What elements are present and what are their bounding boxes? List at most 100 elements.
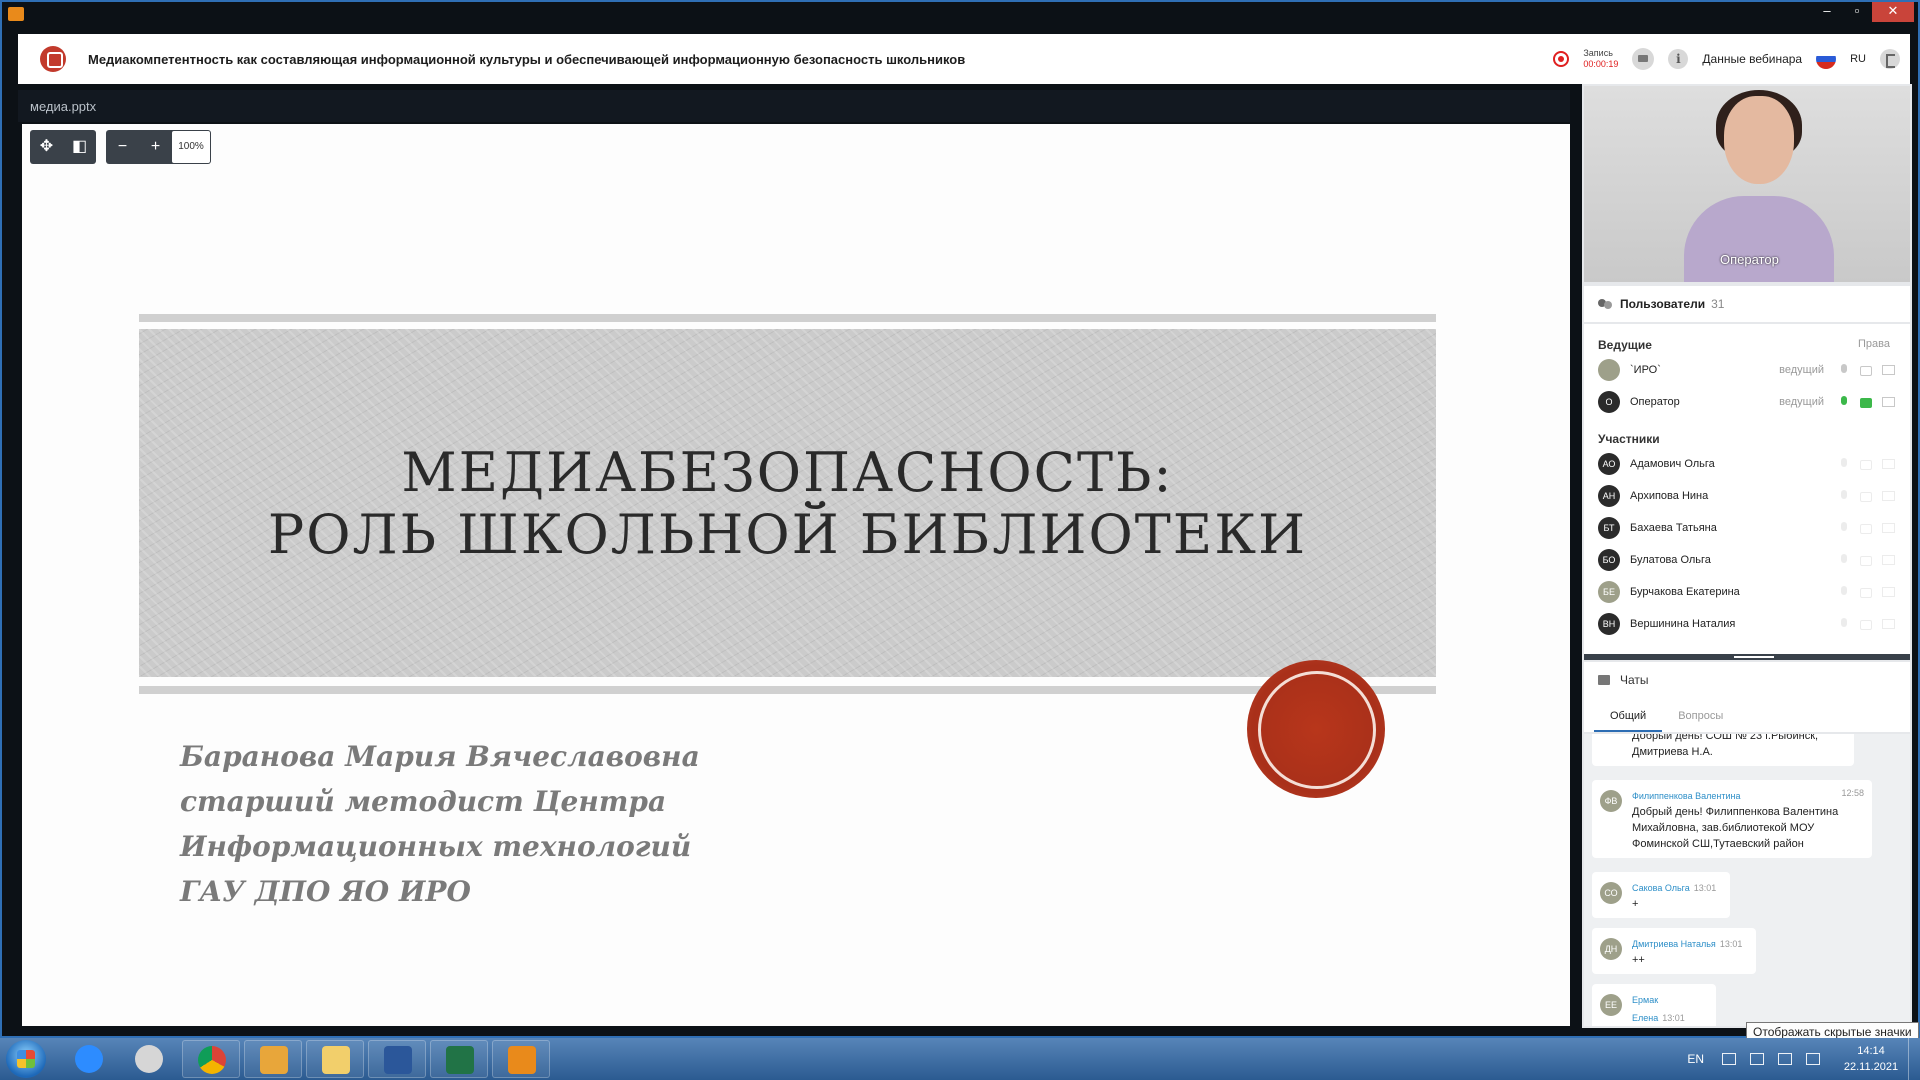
screen-share-icon[interactable] <box>1882 522 1895 534</box>
volume-icon[interactable] <box>1806 1053 1820 1065</box>
screen-share-icon[interactable] <box>1882 554 1895 566</box>
chrome-icon <box>198 1046 226 1074</box>
microphone-on-icon[interactable] <box>1838 396 1850 408</box>
video-person-head <box>1724 96 1794 184</box>
webinar-info-button[interactable]: Данные вебинара <box>1702 52 1802 66</box>
flag-notification-icon[interactable] <box>1750 1053 1764 1065</box>
microphone-icon[interactable] <box>1838 458 1850 470</box>
hosts-section-label: Ведущие Права <box>1584 324 1910 354</box>
screen-share-icon[interactable] <box>1882 458 1895 470</box>
header-actions: Запись 00:00:19 i Данные вебинара RU <box>1553 34 1900 84</box>
microphone-icon[interactable] <box>1838 586 1850 598</box>
taskbar-word-app[interactable] <box>368 1040 426 1078</box>
avatar: ЕЕ <box>1600 994 1622 1016</box>
keyboard-language[interactable]: EN <box>1687 1052 1704 1066</box>
screen-share-icon[interactable] <box>1882 618 1895 630</box>
host-row[interactable]: О Оператор ведущий <box>1584 386 1910 418</box>
window-controls: – ▫ ✕ <box>1812 2 1914 22</box>
zoom-in-button[interactable]: + <box>139 130 172 164</box>
microphone-icon[interactable] <box>1838 522 1850 534</box>
host-row[interactable]: `ИРО` ведущий <box>1584 354 1910 386</box>
file-name: медиа.pptx <box>30 99 97 114</box>
microphone-icon[interactable] <box>1838 490 1850 502</box>
presentation-toolbar: ✥ ◧ − + 100% <box>30 130 211 164</box>
maximize-button[interactable]: ▫ <box>1842 2 1872 22</box>
screen-share-icon[interactable] <box>1882 364 1895 376</box>
record-label: Запись <box>1583 48 1613 58</box>
user-name: `ИРО` <box>1630 364 1661 376</box>
start-button[interactable] <box>6 1040 46 1078</box>
folder-icon[interactable] <box>1632 48 1655 70</box>
author-line: старший методист Центра <box>180 785 667 818</box>
taskbar-chrome-app[interactable] <box>182 1040 240 1078</box>
tab-general[interactable]: Общий <box>1594 698 1663 732</box>
zoom-icon <box>75 1045 103 1073</box>
video-feed[interactable]: Оператор <box>1584 86 1910 282</box>
user-name: Бурчакова Екатерина <box>1630 586 1740 598</box>
camera-off-icon[interactable] <box>1860 364 1872 376</box>
camera-icon[interactable] <box>1860 522 1872 534</box>
show-hidden-icons-icon[interactable] <box>1722 1053 1736 1065</box>
user-name: Адамович Ольга <box>1630 458 1715 470</box>
screen-share-icon[interactable] <box>1882 586 1895 598</box>
zoom-level[interactable]: 100% <box>172 131 210 163</box>
participant-row[interactable]: АО Адамович Ольга <box>1584 448 1910 480</box>
folder-icon <box>322 1046 350 1074</box>
record-icon[interactable] <box>1553 51 1570 67</box>
author-line: Информационных технологий <box>180 830 692 863</box>
language-selector[interactable]: RU <box>1850 53 1866 65</box>
participant-row[interactable]: БО Булатова Ольга <box>1584 544 1910 576</box>
participant-row[interactable]: ВН Вершинина Наталия <box>1584 608 1910 640</box>
exit-icon[interactable] <box>1880 49 1900 69</box>
microphone-off-icon[interactable] <box>1838 364 1850 376</box>
russian-flag-icon[interactable] <box>1816 49 1837 69</box>
message-time: 13:01 <box>1693 883 1717 893</box>
microphone-icon[interactable] <box>1838 618 1850 630</box>
chat-message: ЕЕ Ермак Елена13:01 + <box>1592 984 1716 1026</box>
screen-share-icon[interactable] <box>1882 490 1895 502</box>
show-desktop-button[interactable] <box>1908 1038 1920 1080</box>
tab-questions[interactable]: Вопросы <box>1662 698 1739 732</box>
taskbar-webinar-app[interactable] <box>492 1040 550 1078</box>
slide-title-line: МЕДИАБЕЗОПАСНОСТЬ: <box>401 441 1174 504</box>
chat-message: ДН Дмитриева Наталья 13:01 ++ <box>1592 928 1756 974</box>
participant-row[interactable]: БТ Бахаева Татьяна <box>1584 512 1910 544</box>
avatar <box>1598 359 1620 381</box>
taskbar-paint-app[interactable] <box>120 1040 178 1078</box>
video-label: Оператор <box>1720 252 1779 267</box>
message-author: Дмитриева Наталья <box>1632 939 1716 949</box>
camera-icon[interactable] <box>1860 458 1872 470</box>
taskbar-outlook-app[interactable] <box>244 1040 302 1078</box>
users-title: Пользователи <box>1620 297 1706 311</box>
camera-icon[interactable] <box>1860 490 1872 502</box>
webinar-app-icon <box>508 1046 536 1074</box>
chats-panel-header[interactable]: Чаты <box>1584 662 1910 698</box>
participant-row[interactable]: БЕ Бурчакова Екатерина <box>1584 576 1910 608</box>
info-icon[interactable]: i <box>1668 49 1689 69</box>
clock[interactable]: 14:14 22.11.2021 <box>1834 1043 1908 1075</box>
slide-band-bottom <box>139 686 1436 694</box>
camera-icon[interactable] <box>1860 618 1872 630</box>
minimize-button[interactable]: – <box>1812 2 1842 22</box>
message-text: ++ <box>1632 954 1645 966</box>
close-button[interactable]: ✕ <box>1872 2 1914 22</box>
users-panel-header[interactable]: Пользователи 31 <box>1584 286 1910 322</box>
network-icon[interactable] <box>1778 1053 1792 1065</box>
fit-width-icon[interactable]: ◧ <box>63 130 96 164</box>
camera-icon[interactable] <box>1860 586 1872 598</box>
participant-row[interactable]: АН Архипова Нина <box>1584 480 1910 512</box>
panel-resize-handle[interactable] <box>1584 654 1910 660</box>
message-time: 13:01 <box>1719 939 1743 949</box>
avatar: БТ <box>1598 517 1620 539</box>
zoom-out-button[interactable]: − <box>106 130 139 164</box>
camera-on-icon[interactable] <box>1860 396 1872 408</box>
screen-share-icon[interactable] <box>1882 396 1895 408</box>
avatar: АН <box>1598 485 1620 507</box>
user-role: ведущий <box>1779 364 1824 376</box>
move-icon[interactable]: ✥ <box>30 130 63 164</box>
camera-icon[interactable] <box>1860 554 1872 566</box>
taskbar-explorer-app[interactable] <box>306 1040 364 1078</box>
taskbar-zoom-app[interactable] <box>60 1040 118 1078</box>
microphone-icon[interactable] <box>1838 554 1850 566</box>
taskbar-excel-app[interactable] <box>430 1040 488 1078</box>
